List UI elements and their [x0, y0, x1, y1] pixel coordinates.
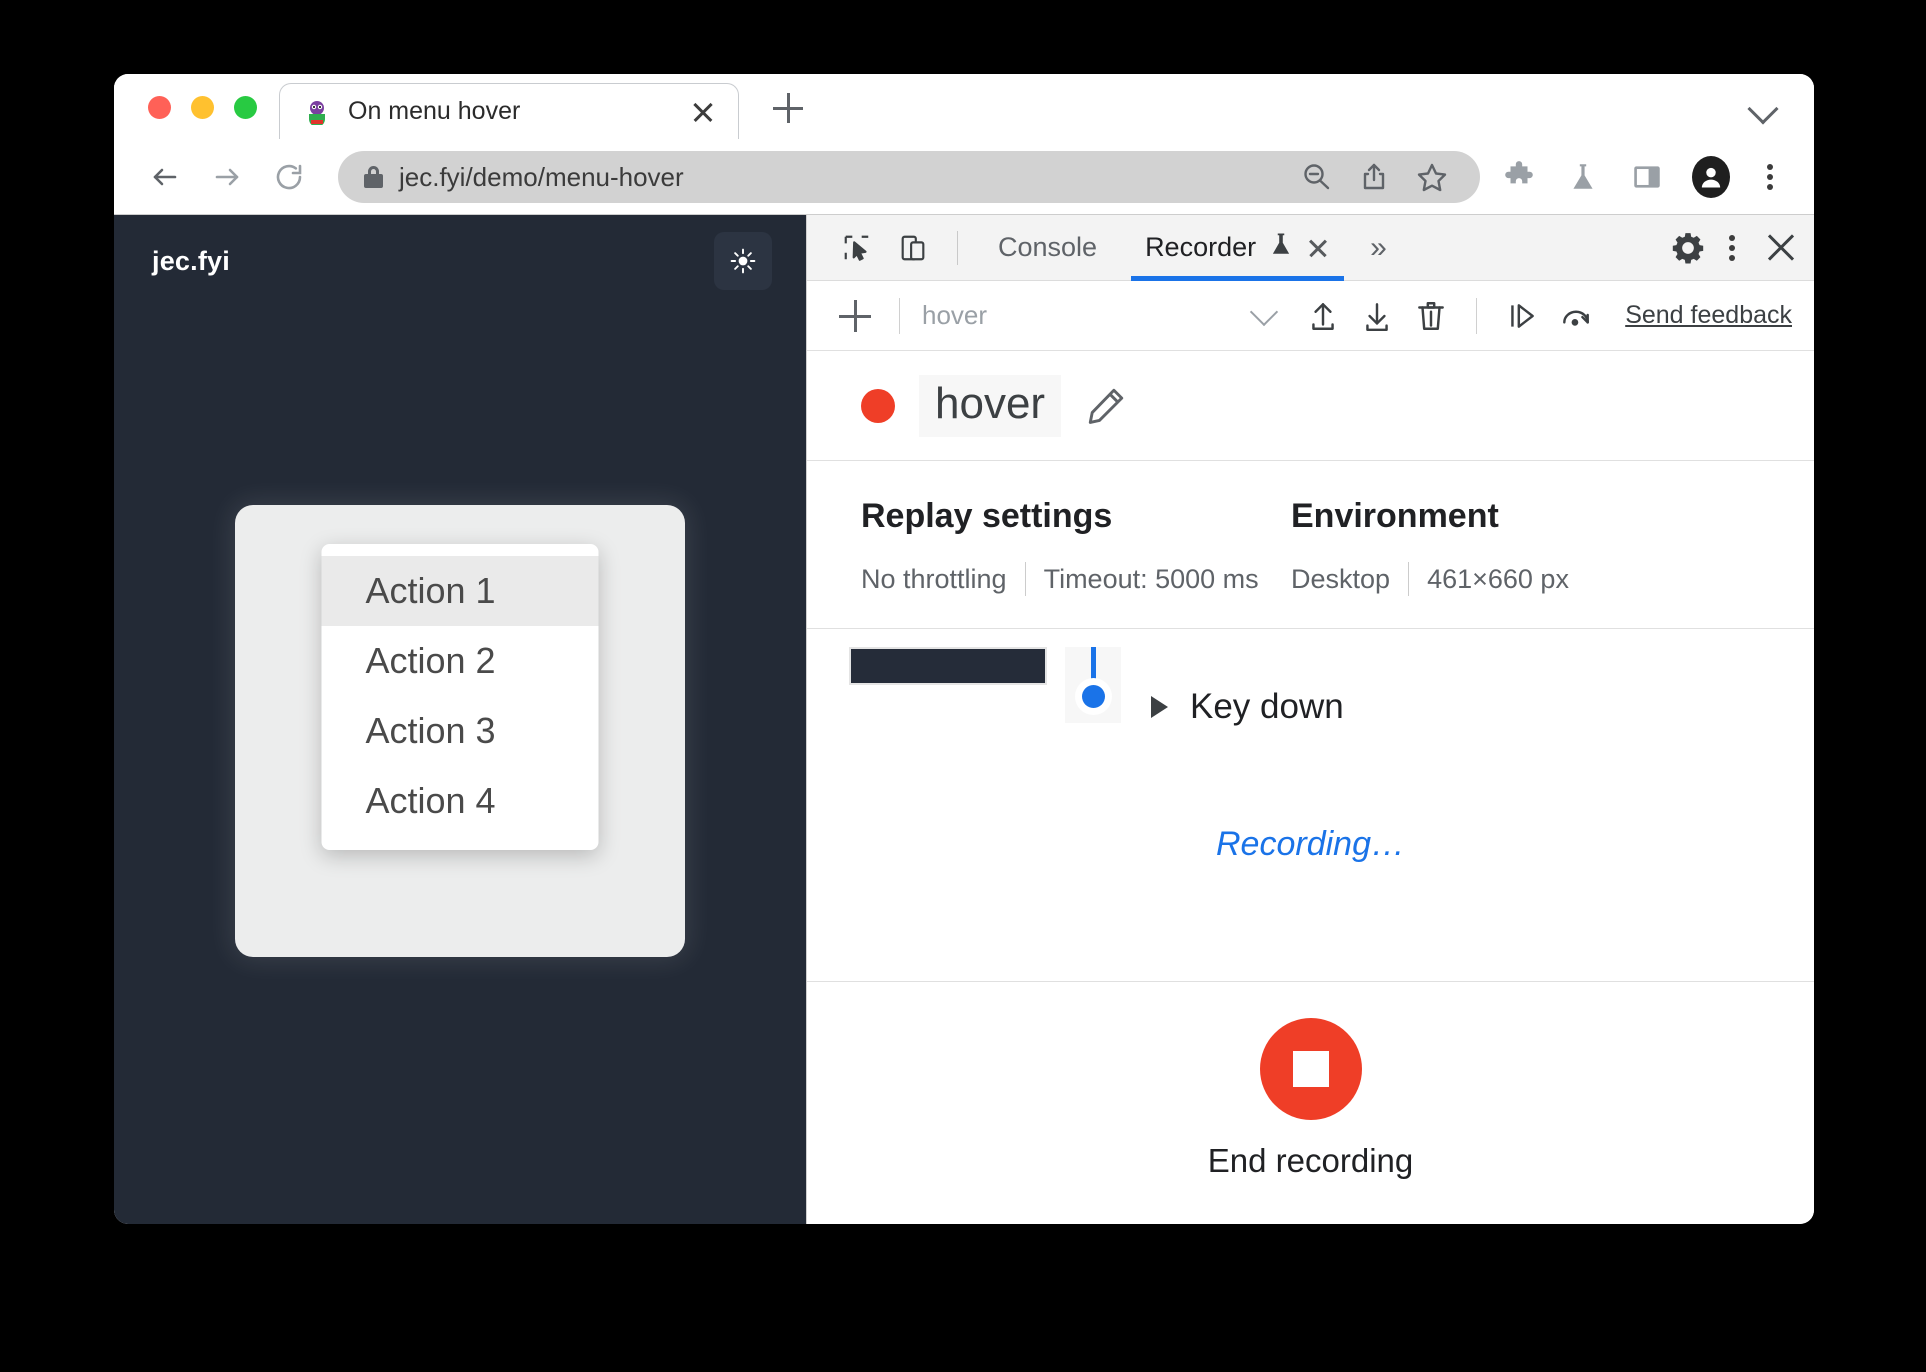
browser-window: On menu hover jec.fyi/demo/menu-hover je…: [114, 74, 1814, 1224]
add-recording-button[interactable]: [833, 294, 877, 338]
end-recording-label: End recording: [1207, 1142, 1414, 1179]
close-icon[interactable]: [688, 97, 718, 127]
end-recording-button[interactable]: [1259, 1018, 1362, 1120]
devtools-tab-bar: Console Recorder »: [807, 215, 1814, 281]
menu-item-action-1[interactable]: Action 1: [321, 555, 599, 626]
pencil-icon[interactable]: [1085, 385, 1127, 427]
chevron-down-icon: [1250, 297, 1279, 326]
tab-title: On menu hover: [348, 97, 521, 125]
divider: [1408, 562, 1410, 596]
recorder-toolbar: hover Send feedback: [807, 281, 1814, 351]
chevron-down-icon[interactable]: [1746, 89, 1780, 123]
close-icon[interactable]: [1306, 236, 1330, 260]
recorder-footer: End recording: [807, 982, 1814, 1224]
close-window-button[interactable]: [148, 96, 171, 119]
device-toolbar-icon[interactable]: [887, 222, 939, 274]
side-panel-icon[interactable]: [1628, 158, 1666, 196]
tab-console[interactable]: Console: [976, 215, 1119, 281]
replay-settings-heading: Replay settings: [861, 497, 1113, 535]
replay-settings-values: No throttling Timeout: 5000 ms: [861, 562, 1291, 596]
divider: [899, 297, 900, 334]
device-value: Desktop: [1291, 563, 1391, 594]
divider: [1476, 297, 1478, 334]
recording-select-value: hover: [922, 300, 988, 330]
timeout-value[interactable]: Timeout: 5000 ms: [1044, 564, 1259, 595]
menu-item-action-4[interactable]: Action 4: [322, 766, 599, 836]
export-download-icon[interactable]: [1354, 293, 1400, 339]
browser-toolbar: jec.fyi/demo/menu-hover: [114, 140, 1814, 214]
environment-column: Environment Desktop 461×660 px: [1291, 497, 1569, 596]
experiments-flask-icon[interactable]: [1564, 158, 1602, 196]
star-icon[interactable]: [1416, 161, 1448, 193]
tab-strip: On menu hover: [114, 74, 1814, 140]
address-bar[interactable]: jec.fyi/demo/menu-hover: [338, 151, 1480, 203]
recording-title-row: hover: [807, 351, 1814, 461]
window-body: jec.fyi Hover me! Action 1 Action 2 Acti…: [114, 214, 1814, 1224]
profile-avatar-icon[interactable]: [1692, 156, 1730, 198]
flask-icon: [1268, 231, 1294, 264]
reload-button[interactable]: [260, 148, 318, 206]
lock-icon: [364, 166, 383, 188]
back-button[interactable]: [136, 148, 194, 206]
browser-tab[interactable]: On menu hover: [279, 83, 739, 139]
forward-button[interactable]: [198, 148, 256, 206]
new-tab-button[interactable]: [761, 81, 815, 135]
divider: [957, 230, 958, 265]
hover-card[interactable]: Hover me! Action 1 Action 2 Action 3 Act…: [235, 504, 685, 957]
replay-circle-icon[interactable]: [1553, 293, 1599, 339]
inspect-cursor-icon[interactable]: [831, 222, 883, 274]
kebab-menu-icon[interactable]: [1756, 158, 1786, 196]
url-text: jec.fyi/demo/menu-hover: [399, 161, 684, 192]
toolbar-actions: [1500, 156, 1786, 198]
step-replay-icon[interactable]: [1499, 293, 1545, 339]
recorder-settings: Replay settings No throttling Timeout: 5…: [807, 461, 1814, 629]
zoom-out-icon[interactable]: [1300, 161, 1332, 193]
devtools-panel: Console Recorder » hover Send feedback h…: [806, 215, 1814, 1224]
share-icon[interactable]: [1358, 161, 1390, 193]
step-row[interactable]: Key down: [1065, 647, 1344, 727]
environment-values: Desktop 461×660 px: [1291, 562, 1569, 596]
page-viewport: jec.fyi Hover me! Action 1 Action 2 Acti…: [114, 215, 806, 1224]
more-tabs-icon[interactable]: »: [1356, 232, 1401, 263]
window-controls: [114, 96, 279, 139]
throttling-value[interactable]: No throttling: [861, 564, 1007, 595]
triangle-right-icon[interactable]: [1151, 696, 1168, 718]
menu-item-action-3[interactable]: Action 3: [322, 696, 599, 766]
viewport-value: 461×660 px: [1427, 563, 1569, 594]
recording-select[interactable]: hover: [922, 297, 1292, 331]
menu-item-action-2[interactable]: Action 2: [322, 626, 599, 696]
maximize-window-button[interactable]: [234, 96, 257, 119]
kebab-menu-icon[interactable]: [1718, 229, 1748, 267]
hover-menu[interactable]: Action 1 Action 2 Action 3 Action 4: [321, 543, 599, 850]
step-label-group[interactable]: Key down: [1151, 687, 1344, 727]
recording-dot-icon: [861, 388, 895, 423]
gear-icon[interactable]: [1662, 222, 1714, 274]
divider: [1024, 562, 1026, 596]
send-feedback-link[interactable]: Send feedback: [1625, 301, 1792, 330]
step-label: Key down: [1190, 687, 1344, 726]
stop-square-icon: [1292, 1051, 1329, 1087]
step-screenshot-thumbnail: [849, 647, 1047, 685]
recorder-steps: Key down Recording…: [807, 629, 1814, 982]
environment-heading: Environment: [1291, 497, 1499, 535]
close-devtools-icon[interactable]: [1762, 229, 1800, 267]
site-favicon-icon: [304, 99, 330, 127]
omnibox-actions: [1300, 161, 1458, 193]
import-upload-icon[interactable]: [1300, 293, 1346, 339]
tab-recorder-label: Recorder: [1145, 232, 1257, 262]
trash-icon[interactable]: [1408, 293, 1454, 339]
page-content: Hover me! Action 1 Action 2 Action 3 Act…: [114, 215, 806, 1224]
minimize-window-button[interactable]: [191, 96, 214, 119]
recording-name[interactable]: hover: [919, 374, 1062, 437]
recording-status: Recording…: [1216, 825, 1405, 863]
tab-recorder[interactable]: Recorder: [1123, 215, 1352, 281]
replay-settings-column: Replay settings No throttling Timeout: 5…: [861, 497, 1291, 596]
step-timeline: [1065, 647, 1121, 723]
extensions-puzzle-icon[interactable]: [1500, 158, 1538, 196]
